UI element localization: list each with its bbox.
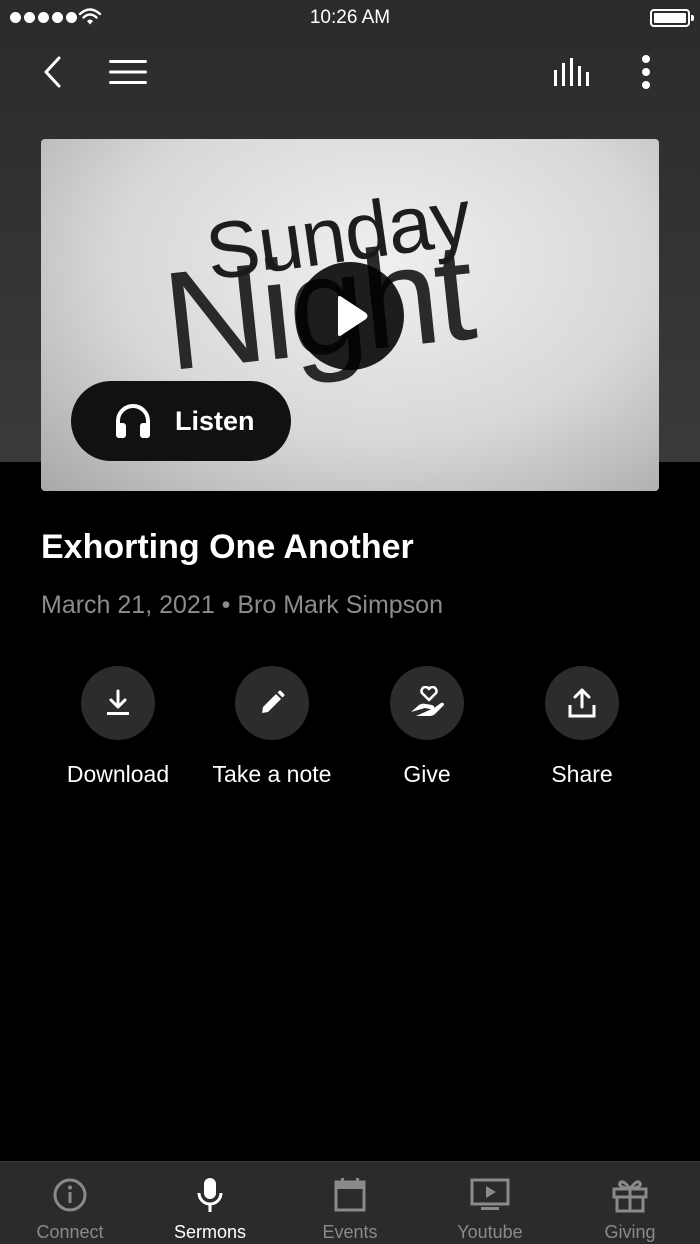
listen-button[interactable]: Listen [71,381,291,461]
sermon-title: Exhorting One Another [41,528,414,566]
share-button[interactable]: Share [502,666,662,788]
gift-icon [612,1180,648,1213]
tab-connect[interactable]: Connect [0,1162,140,1244]
sermon-date-speaker: March 21, 2021 • Bro Mark Simpson [41,591,443,619]
take-a-note-button[interactable]: Take a note [192,666,352,788]
listen-label: Listen [175,405,255,436]
tab-sermons[interactable]: Sermons [140,1162,280,1244]
tab-connect-label: Connect [36,1222,104,1242]
equalizer-icon [554,58,589,86]
tab-giving[interactable]: Giving [560,1162,700,1244]
play-video-button[interactable] [296,262,404,370]
info-icon [53,1178,87,1212]
hamburger-menu-icon [109,60,147,84]
heart-hand-icon [411,686,444,716]
play-icon [338,296,368,336]
microphone-icon [197,1178,223,1212]
tab-events[interactable]: Events [280,1162,420,1244]
share-icon [568,688,596,718]
share-button-circle [545,666,619,740]
tab-sermons-label: Sermons [173,1222,247,1242]
give-button[interactable]: Give [347,666,507,788]
download-button-circle [81,666,155,740]
share-label: Share [551,761,613,787]
download-icon [107,689,129,715]
action-row: Download Take a note Give Share [0,666,700,796]
take-a-note-label: Take a note [212,761,332,787]
tab-youtube[interactable]: Youtube [420,1162,560,1244]
tab-events-label: Events [322,1222,378,1242]
headphones-icon [116,404,150,438]
status-time: 10:26 AM [309,7,391,28]
battery-icon [650,9,694,27]
take-a-note-button-circle [235,666,309,740]
pencil-icon [262,690,285,713]
give-label: Give [403,761,451,787]
status-bar: 10:26 AM [0,0,700,36]
navigation-bar [0,40,700,104]
more-vertical-icon [642,55,650,89]
tv-play-icon [470,1178,510,1210]
tab-youtube-label: Youtube [457,1222,523,1242]
tab-giving-label: Giving [604,1222,656,1242]
menu-button[interactable] [104,48,152,96]
sermon-artwork: Sunday Night Listen [41,139,659,491]
give-button-circle [390,666,464,740]
download-label: Download [66,761,170,787]
calendar-icon [334,1178,366,1212]
more-options-button[interactable] [622,48,670,96]
download-button[interactable]: Download [38,666,198,788]
audio-queue-button[interactable] [548,48,596,96]
chevron-left-icon [44,56,61,88]
back-button[interactable] [28,48,76,96]
bottom-tab-bar: Connect Sermons Events Youtube Giving [0,1161,700,1244]
